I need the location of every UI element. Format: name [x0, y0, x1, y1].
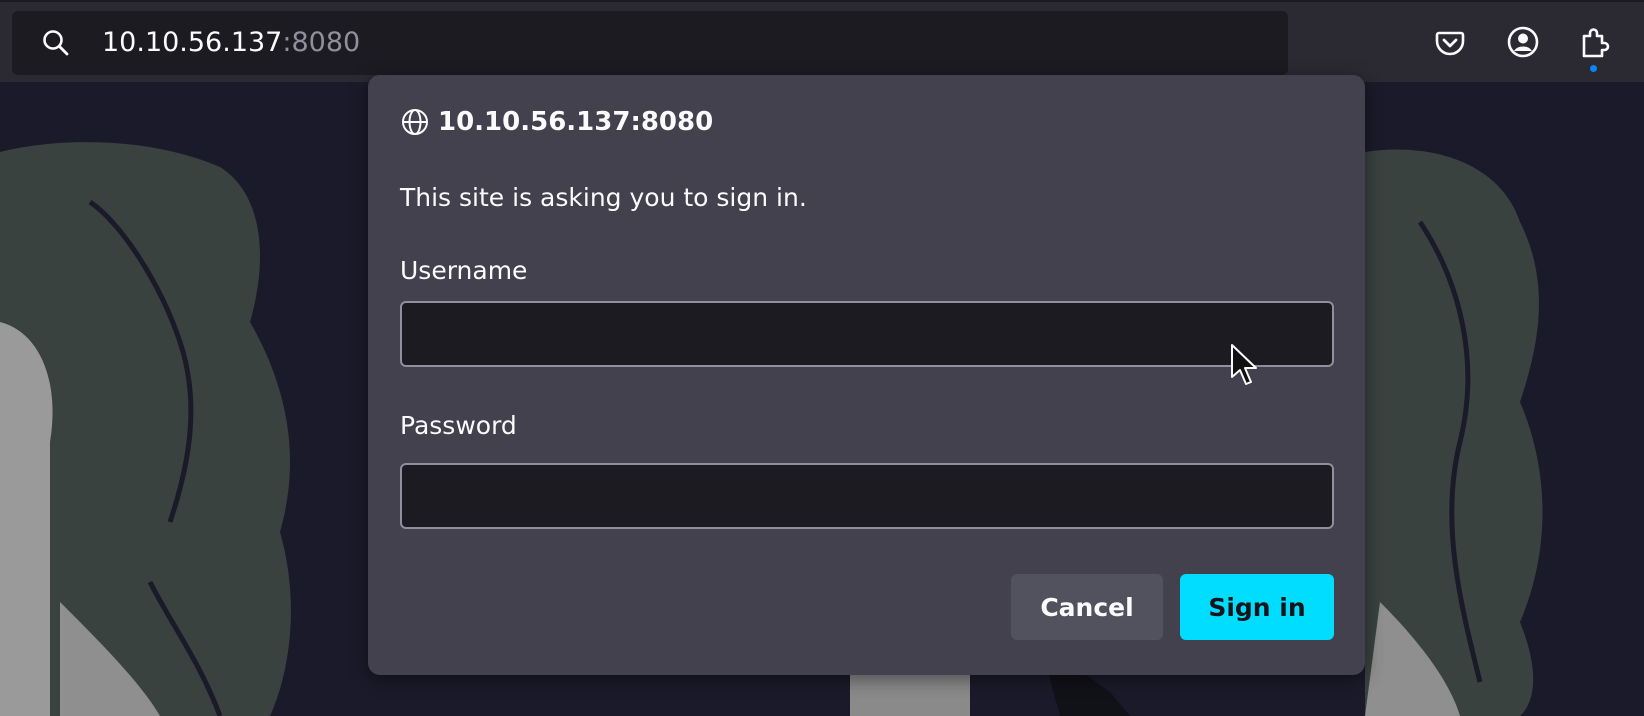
search-icon [43, 30, 69, 56]
username-label: Username [400, 256, 528, 285]
dialog-header: 10.10.56.137:8080 [400, 105, 713, 139]
url-text[interactable]: 10.10.56.137:8080 [102, 25, 360, 61]
url-host: 10.10.56.137 [102, 27, 283, 58]
mouse-cursor-icon [1231, 344, 1257, 385]
username-input[interactable] [400, 301, 1334, 367]
account-icon[interactable] [1505, 24, 1541, 60]
url-bar[interactable]: 10.10.56.137:8080 [12, 11, 1288, 75]
dialog-message: This site is asking you to sign in. [400, 183, 807, 212]
sign-in-button[interactable]: Sign in [1180, 574, 1334, 640]
browser-toolbar: 10.10.56.137:8080 [0, 0, 1644, 82]
browser-window: 10.10.56.137:8080 10.10.56.137:8080 This… [0, 0, 1644, 716]
url-port: :8080 [282, 27, 361, 58]
extension-badge-dot [1590, 65, 1597, 72]
pocket-icon[interactable] [1432, 24, 1468, 60]
extensions-icon[interactable] [1576, 24, 1612, 60]
globe-icon [402, 109, 428, 135]
password-label: Password [400, 411, 517, 440]
password-input[interactable] [400, 463, 1334, 529]
dialog-site-title: 10.10.56.137:8080 [438, 107, 714, 137]
sign-in-dialog: 10.10.56.137:8080 This site is asking yo… [368, 75, 1365, 675]
cancel-button[interactable]: Cancel [1011, 574, 1163, 640]
